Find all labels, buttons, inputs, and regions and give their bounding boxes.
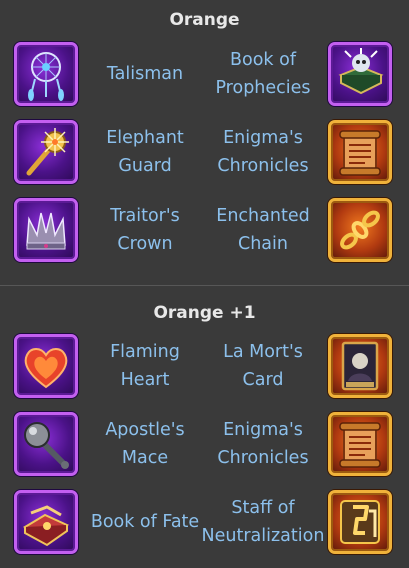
item-name: Enigma's Chronicles bbox=[217, 128, 309, 176]
item-name: Book of Fate bbox=[90, 512, 200, 532]
item-name: Enigma's Chronicles bbox=[217, 420, 309, 468]
crown-icon[interactable] bbox=[14, 198, 78, 262]
item-name: Book of Prophecies bbox=[215, 50, 311, 98]
item-row: Book of Fate Staff of Neutralization bbox=[0, 490, 409, 558]
dreamcatcher-icon[interactable] bbox=[14, 42, 78, 106]
item-name: Talisman bbox=[106, 64, 184, 84]
scroll-icon[interactable] bbox=[328, 120, 392, 184]
chain-icon[interactable] bbox=[328, 198, 392, 262]
item-name: Apostle's Mace bbox=[105, 420, 185, 468]
staff-icon[interactable] bbox=[328, 490, 392, 554]
scroll-icon[interactable] bbox=[328, 412, 392, 476]
card-icon[interactable] bbox=[328, 334, 392, 398]
item-row: Talisman Book of Prophecies bbox=[0, 42, 409, 110]
item-name: Flaming Heart bbox=[110, 342, 180, 390]
item-row: Traitor's Crown Enchanted Chain bbox=[0, 198, 409, 266]
section-title: Orange +1 bbox=[153, 303, 256, 323]
fate-book-icon[interactable] bbox=[14, 490, 78, 554]
heart-icon[interactable] bbox=[14, 334, 78, 398]
section-orange: Orange Talisman Book of Prophecies Eleph… bbox=[0, 0, 409, 285]
item-name: Staff of Neutralization bbox=[201, 498, 325, 546]
item-name: Enchanted Chain bbox=[216, 206, 310, 254]
section-orange-plus-1: Orange +1 Flaming Heart La Mort's Card A… bbox=[0, 285, 409, 568]
item-name: La Mort's Card bbox=[223, 342, 303, 390]
item-row: Elephant Guard Enigma's Chronicles bbox=[0, 120, 409, 188]
item-name: Traitor's Crown bbox=[110, 206, 180, 254]
golden-mace-icon[interactable] bbox=[14, 120, 78, 184]
section-title: Orange bbox=[169, 10, 240, 30]
item-row: Apostle's Mace Enigma's Chronicles bbox=[0, 412, 409, 480]
item-row: Flaming Heart La Mort's Card bbox=[0, 334, 409, 402]
spiked-mace-icon[interactable] bbox=[14, 412, 78, 476]
item-name: Elephant Guard bbox=[106, 128, 184, 176]
prophecy-book-icon[interactable] bbox=[328, 42, 392, 106]
